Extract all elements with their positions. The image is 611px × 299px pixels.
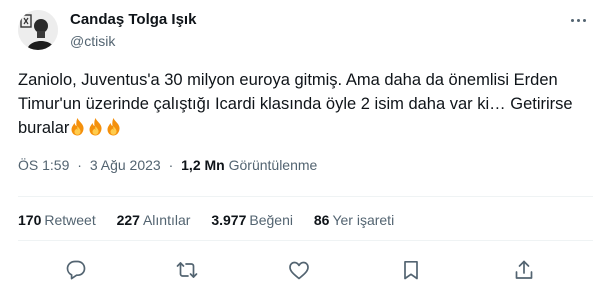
retweet-icon[interactable] — [175, 258, 199, 282]
likes-count: 3.977 — [211, 212, 247, 228]
quotes-count: 227 — [116, 212, 140, 228]
fire-emoji-icon — [69, 117, 86, 136]
tweet-text-line-1: Zaniolo, Juventus'a 30 milyon euroya git… — [18, 71, 558, 89]
tweet-meta: ÖS 1:59 · 3 Ağu 2023 · 1,2 Mn Görüntülen… — [18, 157, 317, 173]
author-handle[interactable]: @ctisik — [70, 33, 115, 49]
quotes-label: Alıntılar — [142, 212, 191, 228]
views-count: 1,2 Mn — [181, 157, 225, 173]
divider — [18, 240, 593, 241]
tweet-card: Candaş Tolga Işık @ctisik Zaniolo, Juven… — [0, 0, 611, 299]
reply-icon[interactable] — [64, 258, 88, 282]
retweets-stat[interactable]: 170 Retweet — [18, 212, 96, 228]
action-bar — [0, 256, 611, 286]
tweet-text-line-2: Timur'un üzerinde çalıştığı Icardi klası… — [18, 95, 573, 113]
retweets-label: Retweet — [44, 212, 96, 228]
fire-emoji-icon — [105, 117, 122, 136]
tweet-time[interactable]: ÖS 1:59 — [18, 157, 69, 173]
author-name[interactable]: Candaş Tolga Işık — [70, 11, 196, 28]
like-icon[interactable] — [287, 258, 311, 282]
author-avatar[interactable] — [18, 10, 58, 50]
tweet-text-line-3: buralar — [18, 119, 70, 137]
likes-label: Beğeni — [249, 212, 293, 228]
tweet-date[interactable]: 3 Ağu 2023 — [90, 157, 161, 173]
fire-emoji-icon — [87, 117, 104, 136]
quotes-stat[interactable]: 227 Alıntılar — [117, 212, 191, 228]
likes-stat[interactable]: 3.977 Beğeni — [211, 212, 293, 228]
bookmarks-count: 86 — [313, 212, 330, 228]
views-label: Görüntülenme — [228, 157, 318, 173]
bookmark-icon[interactable] — [399, 258, 423, 282]
share-icon[interactable] — [512, 258, 536, 282]
meta-separator: · — [77, 157, 82, 173]
retweets-count: 170 — [18, 212, 42, 228]
meta-separator: · — [168, 157, 174, 173]
tweet-text: Zaniolo, Juventus'a 30 milyon euroya git… — [18, 68, 598, 140]
bookmarks-stat[interactable]: 86 Yer işareti — [314, 212, 394, 228]
divider — [18, 196, 593, 197]
bookmarks-label: Yer işareti — [332, 212, 395, 228]
engagement-stats: 170 Retweet 227 Alıntılar 3.977 Beğeni 86 Ye… — [18, 212, 411, 228]
more-options-icon[interactable] — [566, 12, 590, 28]
